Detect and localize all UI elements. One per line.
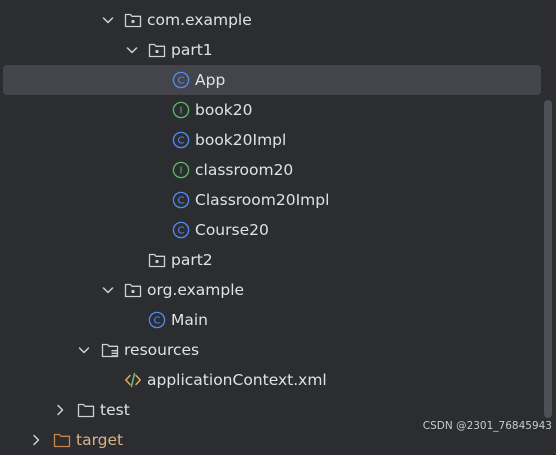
- tree-node-label: part2: [171, 251, 213, 269]
- package-icon: [148, 43, 166, 58]
- resources-folder-icon: [101, 343, 119, 358]
- tree-node-label: Classroom20Impl: [195, 191, 330, 209]
- tree-node-course20[interactable]: C Course20: [0, 215, 544, 245]
- tree-node-label: org.example: [147, 281, 245, 299]
- class-icon: C: [148, 311, 166, 329]
- svg-text:I: I: [180, 166, 183, 177]
- tree-node-label: classroom20: [195, 161, 294, 179]
- svg-text:C: C: [178, 136, 185, 147]
- class-icon: C: [172, 221, 190, 239]
- folder-icon: [77, 403, 95, 418]
- tree-node-book20impl[interactable]: C book20Impl: [0, 125, 544, 155]
- tree-node-part1[interactable]: part1: [0, 35, 544, 65]
- vertical-scrollbar[interactable]: [544, 100, 552, 418]
- tree-node-app[interactable]: C App: [3, 65, 541, 95]
- tree-node-label: applicationContext.xml: [147, 371, 327, 389]
- tree-node-part2[interactable]: part2: [0, 245, 544, 275]
- tree-node-main[interactable]: C Main: [0, 305, 544, 335]
- tree-node-label: book20: [195, 101, 253, 119]
- tree-node-classroom20[interactable]: I classroom20: [0, 155, 544, 185]
- class-icon: C: [172, 71, 190, 89]
- chevron-right-icon[interactable]: [52, 402, 68, 418]
- tree-node-org-example[interactable]: org.example: [0, 275, 544, 305]
- tree-node-label: test: [100, 401, 130, 419]
- class-icon: C: [172, 131, 190, 149]
- tree-node-resources[interactable]: resources: [0, 335, 544, 365]
- tree-node-com-example[interactable]: com.example: [0, 5, 544, 35]
- tree-node-classroom20impl[interactable]: C Classroom20Impl: [0, 185, 544, 215]
- svg-text:C: C: [178, 196, 185, 207]
- package-icon: [148, 253, 166, 268]
- xml-file-icon: [125, 372, 141, 388]
- watermark: CSDN @2301_76845943: [422, 420, 552, 432]
- svg-text:C: C: [178, 76, 185, 87]
- tree-node-label: part1: [171, 41, 213, 59]
- project-tree: com.example part1 C App I book20 C book2…: [0, 0, 556, 449]
- chevron-down-icon[interactable]: [100, 12, 116, 28]
- tree-node-label: Main: [171, 311, 209, 329]
- package-icon: [124, 283, 142, 298]
- chevron-down-icon[interactable]: [100, 282, 116, 298]
- package-icon: [124, 13, 142, 28]
- tree-node-label: target: [76, 431, 124, 449]
- interface-icon: I: [172, 161, 190, 179]
- class-icon: C: [172, 191, 190, 209]
- tree-node-label: App: [195, 71, 226, 89]
- chevron-down-icon[interactable]: [76, 342, 92, 358]
- interface-icon: I: [172, 101, 190, 119]
- tree-node-label: book20Impl: [195, 131, 287, 149]
- chevron-down-icon[interactable]: [124, 42, 140, 58]
- tree-node-label: resources: [124, 341, 200, 359]
- folder-icon: [53, 433, 71, 448]
- svg-text:C: C: [154, 316, 161, 327]
- tree-node-book20[interactable]: I book20: [0, 95, 544, 125]
- tree-node-label: Course20: [195, 221, 269, 239]
- chevron-right-icon[interactable]: [28, 432, 44, 448]
- svg-text:I: I: [180, 106, 183, 117]
- svg-text:C: C: [178, 226, 185, 237]
- tree-node-application-context[interactable]: applicationContext.xml: [0, 365, 544, 395]
- tree-node-label: com.example: [147, 11, 252, 29]
